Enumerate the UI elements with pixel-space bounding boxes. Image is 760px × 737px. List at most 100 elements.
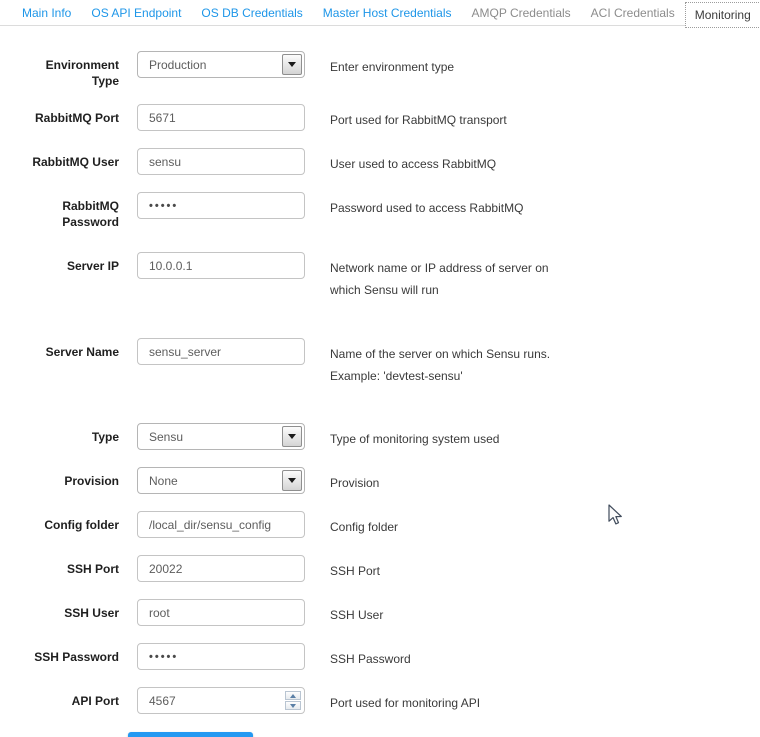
api-port-field[interactable]: 4567 [137,687,305,714]
chevron-down-icon[interactable] [282,426,302,447]
tab-bar: Main InfoOS API EndpointOS DB Credential… [0,0,760,26]
field-help: Enter environment type [330,51,454,78]
ssh-password-field[interactable]: ••••• [137,643,305,670]
field-control: ••••• [137,192,305,219]
selected-value: None [138,474,178,488]
field-value: ••••• [138,200,178,212]
field-label: Type [16,423,119,445]
tab-os-db-credentials[interactable]: OS DB Credentials [191,1,312,25]
field-control: 20022 [137,555,305,582]
field-value: 5671 [138,111,176,125]
field-label: Provision [16,467,119,489]
help-line: Name of the server on which Sensu runs. [330,343,550,365]
ssh-user-field[interactable]: root [137,599,305,626]
form-row: SSH User root SSH User [16,599,760,626]
spin-down-icon[interactable] [285,701,301,710]
field-help: SSH Password [330,643,411,670]
field-help: Port used for RabbitMQ transport [330,104,507,131]
field-label: Config folder [16,511,119,533]
field-control: ••••• [137,643,305,670]
field-help: Config folder [330,511,398,538]
field-label: Environment Type [16,51,119,89]
form-actions: TEST CONNECTION SUBMIT [128,732,760,737]
tab-monitoring[interactable]: Monitoring [685,2,760,28]
form-row: Server Name sensu_server Name of the ser… [16,338,760,387]
server-ip-field[interactable]: 10.0.0.1 [137,252,305,279]
field-control: 10.0.0.1 [137,252,305,279]
form-row: SSH Port 20022 SSH Port [16,555,760,582]
selected-value: Production [138,58,206,72]
form-row: Server IP 10.0.0.1 Network name or IP ad… [16,252,760,301]
form-row: Config folder /local_dir/sensu_config Co… [16,511,760,538]
help-line: Type of monitoring system used [330,428,499,450]
test-connection-button[interactable]: TEST CONNECTION [128,732,253,737]
chevron-down-icon[interactable] [282,470,302,491]
help-line: Port used for monitoring API [330,692,480,714]
field-help: User used to access RabbitMQ [330,148,496,175]
spin-up-icon[interactable] [285,691,301,700]
field-control: sensu [137,148,305,175]
field-help: SSH User [330,599,383,626]
field-help: Type of monitoring system used [330,423,499,450]
field-value: ••••• [138,651,178,663]
field-control: None [137,467,305,494]
form-row: RabbitMQ Port 5671 Port used for RabbitM… [16,104,760,131]
tab-os-api-endpoint[interactable]: OS API Endpoint [81,1,191,25]
field-label: Server Name [16,338,119,360]
field-help: Name of the server on which Sensu runs.E… [330,338,550,387]
field-label: SSH Port [16,555,119,577]
form-row: API Port 4567 Port used for monitoring A… [16,687,760,714]
ssh-port-field[interactable]: 20022 [137,555,305,582]
help-line: Password used to access RabbitMQ [330,197,523,219]
field-value: 20022 [138,562,182,576]
chevron-down-icon[interactable] [282,54,302,75]
type-select[interactable]: Sensu [137,423,305,450]
provision-select[interactable]: None [137,467,305,494]
rabbitmq-port-field[interactable]: 5671 [137,104,305,131]
form-row: Type Sensu Type of monitoring system use… [16,423,760,450]
environment-type-select[interactable]: Production [137,51,305,78]
tab-amqp-credentials[interactable]: AMQP Credentials [462,1,581,25]
field-control: 4567 [137,687,305,714]
field-value: 10.0.0.1 [138,259,192,273]
field-help: SSH Port [330,555,380,582]
field-help: Network name or IP address of server onw… [330,252,549,301]
rabbitmq-password-field[interactable]: ••••• [137,192,305,219]
selected-value: Sensu [138,430,183,444]
form-row: Environment Type Production Enter enviro… [16,51,760,89]
tab-main-info[interactable]: Main Info [12,1,81,25]
config-folder-field[interactable]: /local_dir/sensu_config [137,511,305,538]
monitoring-form: Environment Type Production Enter enviro… [0,26,760,714]
field-help: Password used to access RabbitMQ [330,192,523,219]
form-row: Provision None Provision [16,467,760,494]
rabbitmq-user-field[interactable]: sensu [137,148,305,175]
field-control: root [137,599,305,626]
server-name-field[interactable]: sensu_server [137,338,305,365]
field-control: /local_dir/sensu_config [137,511,305,538]
field-value: /local_dir/sensu_config [138,518,271,532]
settings-page: Main InfoOS API EndpointOS DB Credential… [0,0,760,737]
tab-master-host-credentials[interactable]: Master Host Credentials [313,1,462,25]
help-line: Example: 'devtest-sensu' [330,365,550,387]
help-line: Config folder [330,516,398,538]
field-label: SSH Password [16,643,119,665]
help-line: Port used for RabbitMQ transport [330,109,507,131]
field-value: root [138,606,170,620]
help-line: SSH User [330,604,383,626]
field-value: sensu_server [138,345,221,359]
field-label: RabbitMQ Password [16,192,119,230]
form-row: SSH Password ••••• SSH Password [16,643,760,670]
form-row: RabbitMQ User sensu User used to access … [16,148,760,175]
field-control: Production [137,51,305,78]
field-control: 5671 [137,104,305,131]
help-line: Network name or IP address of server on [330,257,549,279]
field-control: sensu_server [137,338,305,365]
tab-aci-credentials[interactable]: ACI Credentials [581,1,685,25]
form-row: RabbitMQ Password ••••• Password used to… [16,192,760,230]
help-line: SSH Port [330,560,380,582]
api-port-stepper[interactable] [285,691,301,710]
help-line: Provision [330,472,379,494]
field-help: Port used for monitoring API [330,687,480,714]
field-label: Server IP [16,252,119,274]
field-control: Sensu [137,423,305,450]
